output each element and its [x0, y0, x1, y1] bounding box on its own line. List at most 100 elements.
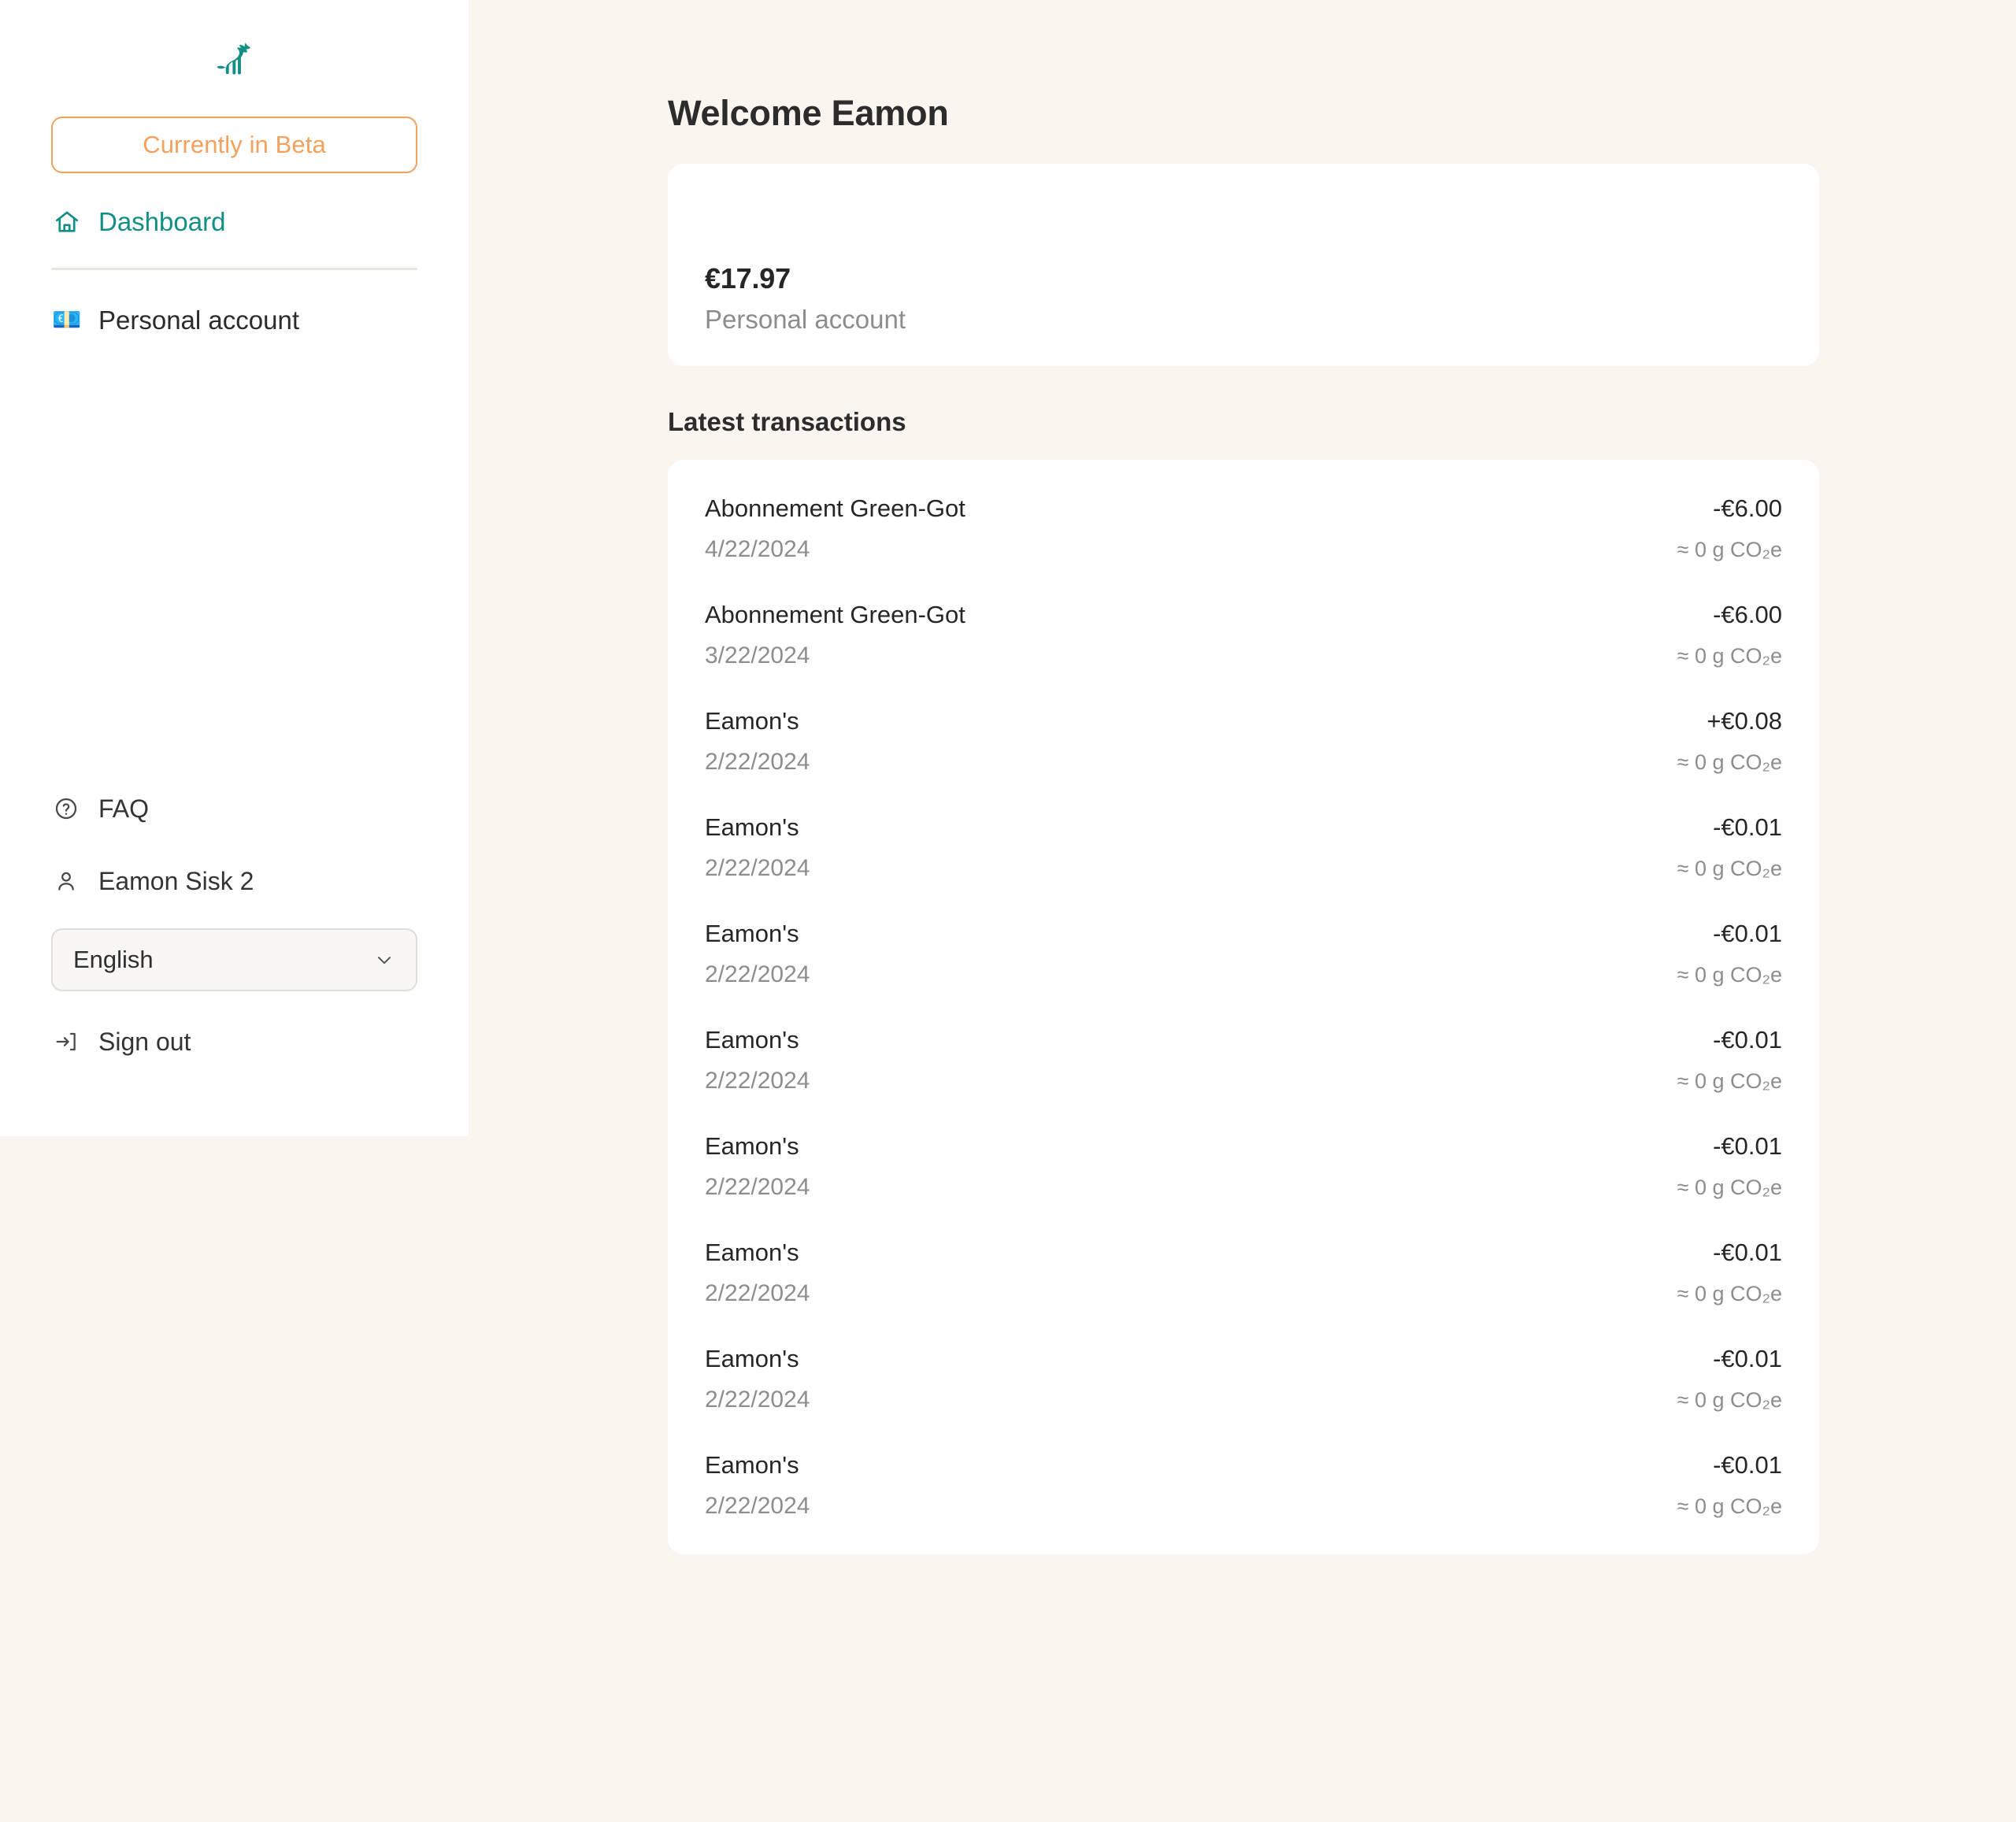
transaction-row[interactable]: Eamon's 2/22/2024 -€0.01 ≈ 0 g CO₂e	[705, 1240, 1782, 1305]
transaction-row[interactable]: Eamon's 2/22/2024 +€0.08 ≈ 0 g CO₂e	[705, 709, 1782, 774]
transaction-values: +€0.08 ≈ 0 g CO₂e	[1677, 709, 1782, 773]
balance-card[interactable]: €17.97 Personal account	[668, 164, 1819, 366]
transaction-values: -€0.01 ≈ 0 g CO₂e	[1677, 1346, 1782, 1411]
transaction-amount: -€0.01	[1713, 1132, 1782, 1161]
transaction-name: Eamon's	[705, 1451, 799, 1479]
language-select-value: English	[73, 946, 154, 973]
transaction-values: -€0.01 ≈ 0 g CO₂e	[1677, 815, 1782, 880]
transaction-details: Eamon's 2/22/2024	[705, 1134, 810, 1199]
transaction-co2: ≈ 0 g CO₂e	[1677, 1068, 1782, 1093]
balance-amount: €17.97	[705, 262, 791, 294]
transaction-values: -€0.01 ≈ 0 g CO₂e	[1677, 1028, 1782, 1092]
transaction-amount: -€0.01	[1713, 1345, 1782, 1373]
transaction-row[interactable]: Eamon's 2/22/2024 -€0.01 ≈ 0 g CO₂e	[705, 1028, 1782, 1093]
transaction-details: Eamon's 2/22/2024	[705, 921, 810, 987]
transaction-row[interactable]: Abonnement Green-Got 4/22/2024 -€6.00 ≈ 0 g…	[705, 494, 1782, 562]
transaction-details: Eamon's 2/22/2024	[705, 1240, 810, 1305]
transaction-amount: -€0.01	[1713, 920, 1782, 948]
sidebar-item-faq[interactable]: FAQ	[51, 785, 417, 832]
transaction-name: Eamon's	[705, 1345, 799, 1373]
transaction-values: -€6.00 ≈ 0 g CO₂e	[1677, 494, 1782, 561]
transaction-co2: ≈ 0 g CO₂e	[1677, 1281, 1782, 1305]
transaction-details: Abonnement Green-Got 3/22/2024	[705, 602, 965, 668]
sidebar-item-dashboard[interactable]: Dashboard	[51, 197, 417, 247]
transaction-date: 2/22/2024	[705, 1067, 810, 1094]
main-content: Welcome Eamon €17.97 Personal account La…	[469, 0, 2016, 1555]
transaction-details: Eamon's 2/22/2024	[705, 815, 810, 880]
transaction-name: Eamon's	[705, 1239, 799, 1267]
transaction-date: 2/22/2024	[705, 748, 810, 775]
transaction-name: Abonnement Green-Got	[705, 601, 965, 629]
transaction-date: 2/22/2024	[705, 1279, 810, 1306]
transaction-co2: ≈ 0 g CO₂e	[1677, 1387, 1782, 1412]
transactions-card: Abonnement Green-Got 4/22/2024 -€6.00 ≈ 0 g…	[668, 460, 1819, 1555]
sidebar-item-personal-account-label: Personal account	[98, 306, 299, 335]
sidebar-item-user-label: Eamon Sisk 2	[98, 866, 254, 895]
transaction-amount: -€0.01	[1713, 813, 1782, 842]
chevron-down-icon	[373, 949, 395, 971]
transaction-amount: -€0.01	[1713, 1239, 1782, 1267]
transaction-name: Eamon's	[705, 920, 799, 948]
user-icon	[51, 868, 81, 894]
fox-logo-icon	[212, 35, 258, 81]
transaction-values: -€0.01 ≈ 0 g CO₂e	[1677, 1453, 1782, 1517]
transaction-amount: -€6.00	[1713, 494, 1782, 522]
transaction-amount: -€0.01	[1713, 1026, 1782, 1054]
transaction-date: 2/22/2024	[705, 1173, 810, 1200]
transaction-co2: ≈ 0 g CO₂e	[1677, 1494, 1782, 1518]
transaction-date: 4/22/2024	[705, 535, 810, 562]
sidebar-item-user[interactable]: Eamon Sisk 2	[51, 857, 417, 905]
beta-badge-button[interactable]: Currently in Beta	[51, 117, 417, 173]
transaction-row[interactable]: Abonnement Green-Got 3/22/2024 -€6.00 ≈ 0 g…	[705, 602, 1782, 668]
transaction-co2: ≈ 0 g CO₂e	[1677, 856, 1782, 880]
brand-logo[interactable]	[51, 0, 417, 117]
transaction-amount: -€0.01	[1713, 1451, 1782, 1479]
sidebar-item-dashboard-label: Dashboard	[98, 207, 226, 236]
transaction-row[interactable]: Eamon's 2/22/2024 -€0.01 ≈ 0 g CO₂e	[705, 1453, 1782, 1518]
transaction-co2: ≈ 0 g CO₂e	[1677, 537, 1782, 561]
transaction-details: Eamon's 2/22/2024	[705, 1028, 810, 1093]
help-circle-icon	[51, 796, 81, 821]
sidebar-bottom-block: FAQ Eamon Sisk 2 English Sign out	[51, 785, 417, 1136]
sidebar-item-signout-label: Sign out	[98, 1027, 191, 1056]
euro-banknote-emoji: 💶	[52, 307, 82, 333]
transaction-row[interactable]: Eamon's 2/22/2024 -€0.01 ≈ 0 g CO₂e	[705, 1346, 1782, 1412]
transaction-name: Eamon's	[705, 1132, 799, 1161]
transaction-details: Eamon's 2/22/2024	[705, 1453, 810, 1518]
sidebar-item-faq-label: FAQ	[98, 794, 150, 823]
transaction-values: -€0.01 ≈ 0 g CO₂e	[1677, 921, 1782, 986]
transaction-amount: +€0.08	[1707, 707, 1782, 735]
home-icon	[51, 209, 83, 235]
transactions-list: Abonnement Green-Got 4/22/2024 -€6.00 ≈ 0 g…	[705, 494, 1782, 1518]
balance-account-label: Personal account	[705, 305, 906, 334]
transaction-name: Eamon's	[705, 707, 799, 735]
transaction-values: -€0.01 ≈ 0 g CO₂e	[1677, 1134, 1782, 1198]
transaction-values: -€0.01 ≈ 0 g CO₂e	[1677, 1240, 1782, 1305]
page-title: Welcome Eamon	[668, 93, 949, 133]
sidebar: Currently in Beta Dashboard 💶 Personal a…	[0, 0, 469, 1136]
sidebar-item-signout[interactable]: Sign out	[51, 1018, 417, 1065]
transaction-row[interactable]: Eamon's 2/22/2024 -€0.01 ≈ 0 g CO₂e	[705, 815, 1782, 880]
transaction-row[interactable]: Eamon's 2/22/2024 -€0.01 ≈ 0 g CO₂e	[705, 1134, 1782, 1199]
transaction-co2: ≈ 0 g CO₂e	[1677, 962, 1782, 987]
sidebar-item-personal-account[interactable]: 💶 Personal account	[51, 295, 417, 346]
transaction-row[interactable]: Eamon's 2/22/2024 -€0.01 ≈ 0 g CO₂e	[705, 921, 1782, 987]
transaction-name: Abonnement Green-Got	[705, 494, 965, 522]
language-select[interactable]: English	[51, 928, 417, 991]
app-root: Currently in Beta Dashboard 💶 Personal a…	[0, 0, 2016, 1822]
sidebar-divider	[51, 268, 417, 270]
transaction-name: Eamon's	[705, 813, 799, 842]
transaction-co2: ≈ 0 g CO₂e	[1677, 643, 1782, 668]
transaction-date: 2/22/2024	[705, 854, 810, 881]
transaction-name: Eamon's	[705, 1026, 799, 1054]
transaction-details: Eamon's 2/22/2024	[705, 709, 810, 774]
euro-banknote-icon: 💶	[51, 309, 83, 332]
transaction-co2: ≈ 0 g CO₂e	[1677, 750, 1782, 774]
transaction-date: 3/22/2024	[705, 642, 810, 668]
transaction-details: Eamon's 2/22/2024	[705, 1346, 810, 1412]
transaction-date: 2/22/2024	[705, 1386, 810, 1413]
transaction-date: 2/22/2024	[705, 961, 810, 987]
latest-transactions-heading: Latest transactions	[668, 407, 906, 436]
balance-card-content: €17.97 Personal account	[705, 262, 906, 335]
